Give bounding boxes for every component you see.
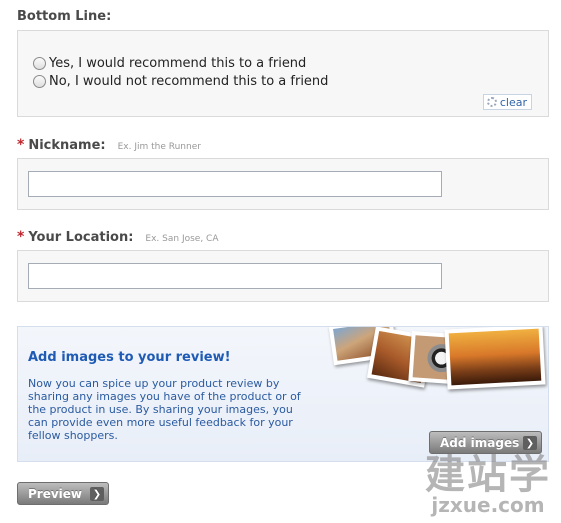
recommend-yes-option[interactable]: Yes, I would recommend this to a friend bbox=[33, 56, 306, 71]
nickname-label: * Nickname: Ex. Jim the Runner bbox=[17, 137, 201, 153]
recommend-yes-label: Yes, I would recommend this to a friend bbox=[49, 56, 307, 71]
recommend-no-label: No, I would not recommend this to a frie… bbox=[49, 74, 329, 89]
watermark-url: jzxue.com bbox=[431, 493, 545, 517]
required-icon: * bbox=[17, 137, 25, 153]
add-images-description: Now you can spice up your product review… bbox=[28, 377, 301, 442]
chevron-right-icon: ❯ bbox=[523, 436, 537, 450]
add-images-title: Add images to your review! bbox=[28, 350, 231, 365]
nickname-hint: Ex. Jim the Runner bbox=[117, 142, 201, 152]
site-watermark: 建站学 jzxue.com bbox=[425, 455, 551, 515]
preview-button[interactable]: Preview ❯ bbox=[17, 482, 109, 505]
nickname-input[interactable] bbox=[28, 171, 442, 197]
radio-yes[interactable] bbox=[33, 57, 46, 70]
location-input[interactable] bbox=[28, 263, 442, 289]
bottom-line-box: Yes, I would recommend this to a friend … bbox=[17, 30, 549, 117]
location-hint: Ex. San Jose, CA bbox=[145, 234, 219, 244]
clear-icon bbox=[486, 97, 497, 107]
watermark-brand: 建站学 bbox=[425, 452, 551, 498]
add-images-button[interactable]: Add images ❯ bbox=[429, 431, 542, 454]
bottom-line-label: Bottom Line: bbox=[17, 9, 112, 24]
radio-no[interactable] bbox=[33, 75, 46, 88]
nickname-box bbox=[17, 158, 549, 210]
sailboat-photo bbox=[444, 327, 546, 390]
clear-button[interactable]: clear bbox=[482, 94, 532, 110]
location-label: * Your Location: Ex. San Jose, CA bbox=[17, 229, 219, 245]
recommend-no-option[interactable]: No, I would not recommend this to a frie… bbox=[33, 74, 328, 89]
required-icon: * bbox=[17, 229, 25, 245]
location-box bbox=[17, 250, 549, 302]
chevron-right-icon: ❯ bbox=[90, 487, 104, 501]
add-images-panel: Add images to your review! Now you can s… bbox=[17, 326, 549, 462]
